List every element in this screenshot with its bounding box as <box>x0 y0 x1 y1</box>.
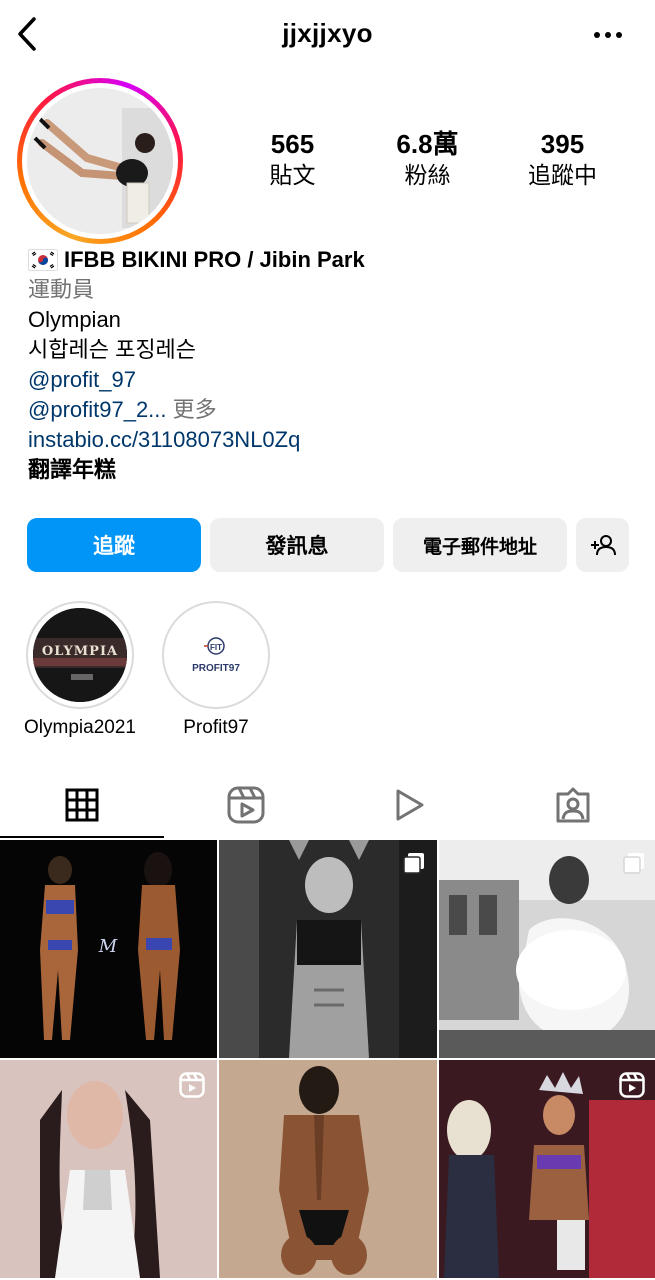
highlight-cover-logo: FIT <box>210 643 222 652</box>
highlight-cover: FIT PROFIT97 <box>162 601 270 709</box>
post-tile[interactable] <box>439 1060 655 1278</box>
bio-name-row: IFBB BIKINI PRO / Jibin Park <box>28 245 628 275</box>
highlight-label: Profit97 <box>183 717 249 738</box>
stat-value: 395 <box>540 129 585 159</box>
avatar-photo <box>27 88 173 234</box>
reels-icon <box>179 1072 205 1098</box>
bio-mention-link[interactable]: @profit_97 <box>28 365 628 395</box>
post-tile[interactable]: M <box>0 840 217 1058</box>
posts-grid: M <box>0 840 655 1278</box>
bio-website-link[interactable]: instabio.cc/31108073NL0Zq <box>28 425 628 455</box>
stat-value: 565 <box>270 129 315 159</box>
top-bar: jjxjjxyo <box>0 0 655 70</box>
post-tile[interactable] <box>0 1060 217 1278</box>
more-icon <box>594 32 622 38</box>
email-button[interactable]: 電子郵件地址 <box>393 518 567 572</box>
profile-actions: 追蹤 發訊息 電子郵件地址 <box>27 518 629 572</box>
reels-icon <box>619 1072 645 1098</box>
tab-tagged[interactable] <box>491 772 655 838</box>
follow-button[interactable]: 追蹤 <box>27 518 201 572</box>
translate-button[interactable]: 翻譯年糕 <box>28 455 628 485</box>
more-options-button[interactable] <box>588 20 628 50</box>
highlight-cover-text: OLYMPIA <box>42 644 118 659</box>
highlight-profit97[interactable]: FIT PROFIT97 Profit97 <box>136 601 296 741</box>
stat-label: 追蹤中 <box>528 162 597 188</box>
highlight-cover: OLYMPIA <box>26 601 134 709</box>
profile-tabs <box>0 772 655 838</box>
stat-following[interactable]: 395 追蹤中 <box>495 128 630 190</box>
multi-photo-icon <box>623 853 644 874</box>
stat-value: 6.8萬 <box>396 129 459 159</box>
grid-icon <box>65 788 99 822</box>
bio-line: Olympian <box>28 307 121 332</box>
reels-icon <box>227 786 265 824</box>
tab-reels[interactable] <box>164 772 328 838</box>
stat-posts[interactable]: 565 貼文 <box>225 128 360 190</box>
profile-username: jjxjjxyo <box>282 18 373 48</box>
bio-mention-row: @profit97_2... 更多 <box>28 395 628 425</box>
suggested-accounts-button[interactable] <box>576 518 629 572</box>
tagged-icon <box>556 787 590 823</box>
bio-mention-link[interactable]: @profit97_2... <box>28 397 167 422</box>
add-person-icon <box>590 535 616 556</box>
video-icon <box>396 789 424 821</box>
korea-flag-icon <box>28 249 58 271</box>
svg-text:M: M <box>98 936 118 957</box>
bio-more-button[interactable]: 更多 <box>173 397 217 422</box>
profile-avatar[interactable] <box>17 78 183 244</box>
bio-display-name: IFBB BIKINI PRO / Jibin Park <box>64 247 365 272</box>
tab-posts[interactable] <box>0 772 164 838</box>
highlight-cover-image: FIT PROFIT97 <box>169 608 263 702</box>
message-button[interactable]: 發訊息 <box>210 518 384 572</box>
bio-category: 運動員 <box>28 277 95 302</box>
highlight-cover-image: OLYMPIA <box>33 608 127 702</box>
stat-label: 貼文 <box>269 162 316 188</box>
highlight-cover-text: PROFIT97 <box>192 663 240 674</box>
stat-followers[interactable]: 6.8萬 粉絲 <box>360 128 495 190</box>
post-tile[interactable] <box>219 840 437 1058</box>
bio-line: 시합레슨 포징레슨 <box>28 337 197 362</box>
stat-label: 粉絲 <box>404 162 451 188</box>
post-tile[interactable] <box>439 840 655 1058</box>
post-tile[interactable] <box>219 1060 437 1278</box>
multi-photo-icon <box>403 853 424 874</box>
profile-bio: IFBB BIKINI PRO / Jibin Park 運動員 Olympia… <box>28 245 628 485</box>
profile-stats: 565 貼文 6.8萬 粉絲 395 追蹤中 <box>225 128 630 190</box>
tab-videos[interactable] <box>328 772 492 838</box>
